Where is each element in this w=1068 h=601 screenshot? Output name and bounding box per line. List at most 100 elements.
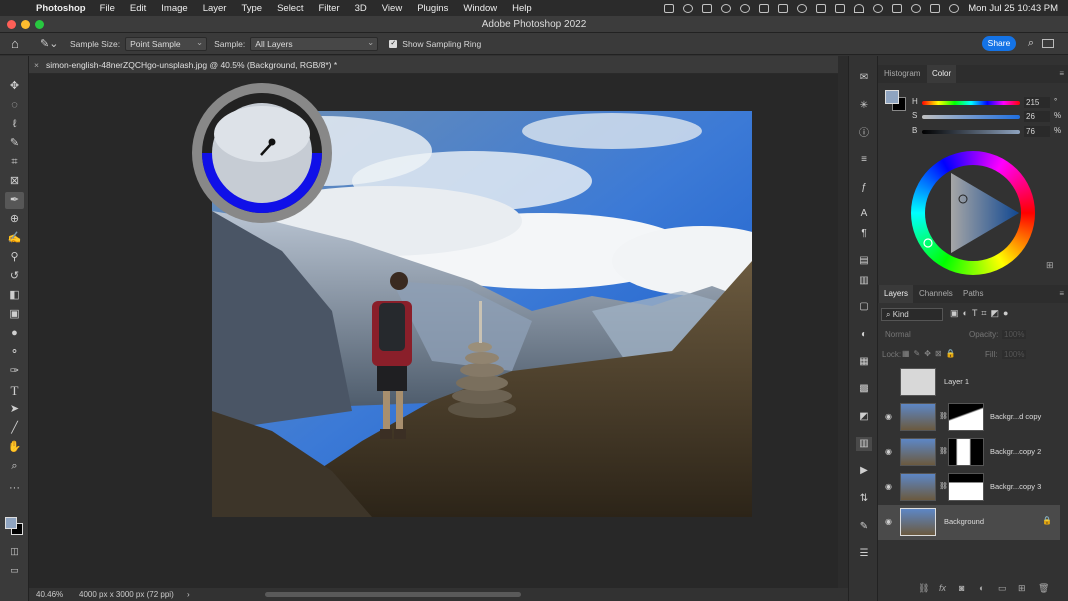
menu-edit[interactable]: Edit xyxy=(130,3,146,14)
gradient-tool-icon[interactable]: ▣ xyxy=(5,306,24,323)
close-window-button[interactable] xyxy=(7,20,16,29)
menu-type[interactable]: Type xyxy=(241,3,262,14)
menu-file[interactable]: File xyxy=(100,3,115,14)
libraries-icon[interactable]: ▢ xyxy=(856,300,872,314)
adjust-icon[interactable]: ✳ xyxy=(856,99,872,113)
eyedropper-preset-icon[interactable]: ✎⌄ xyxy=(40,37,60,50)
eraser-tool-icon[interactable]: ◧ xyxy=(5,287,24,304)
healing-brush-tool-icon[interactable]: ⊕ xyxy=(5,211,24,228)
gradients-icon[interactable]: ◩ xyxy=(856,410,872,424)
minimize-window-button[interactable] xyxy=(21,20,30,29)
crop-tool-icon[interactable]: ⌗ xyxy=(5,154,24,171)
info-icon[interactable]: ⓘ xyxy=(856,127,872,141)
horizontal-scrollbar[interactable] xyxy=(265,592,521,597)
add-mask-icon[interactable]: ◙ xyxy=(959,583,964,593)
hand-tool-icon[interactable]: ✋ xyxy=(5,439,24,456)
visibility-eye-icon[interactable]: ◉ xyxy=(885,482,892,491)
glyphs-icon[interactable]: ▤ xyxy=(856,254,872,268)
expand-icon[interactable]: ⊞ xyxy=(1046,260,1054,271)
opacity-value[interactable]: 100% xyxy=(1002,330,1027,339)
lock-icon[interactable]: 🔒 xyxy=(1042,516,1052,525)
saturation-slider[interactable] xyxy=(922,115,1020,119)
blur-tool-icon[interactable]: ● xyxy=(5,325,24,342)
visibility-eye-icon[interactable]: ◉ xyxy=(885,412,892,421)
creative-cloud-icon[interactable] xyxy=(683,3,694,13)
zoom-tool-icon[interactable]: ⌕ xyxy=(5,458,24,475)
patterns-icon[interactable]: ▩ xyxy=(856,382,872,396)
sample-size-dropdown[interactable]: Point Sample xyxy=(125,36,208,51)
menu-image[interactable]: Image xyxy=(161,3,187,14)
layer-row-selected[interactable]: ◉ Background 🔒 xyxy=(878,505,1060,540)
menu-help[interactable]: Help xyxy=(512,3,532,14)
layer-filter-dropdown[interactable]: ⌕ Kind xyxy=(881,308,943,321)
keyboard-icon[interactable] xyxy=(892,3,903,13)
tab-channels[interactable]: Channels xyxy=(914,285,958,303)
foreground-swatch[interactable] xyxy=(885,90,899,104)
tab-histogram[interactable]: Histogram xyxy=(879,65,925,83)
marquee-tool-icon[interactable]: ◌ xyxy=(5,97,24,114)
comments-icon[interactable]: ✉ xyxy=(856,71,872,85)
airplay-icon[interactable] xyxy=(759,3,770,13)
dodge-tool-icon[interactable]: ⚬ xyxy=(5,344,24,361)
menu-layer[interactable]: Layer xyxy=(203,3,227,14)
tool-presets-icon[interactable]: ☰ xyxy=(856,547,872,561)
sample-dropdown[interactable]: All Layers xyxy=(250,36,379,51)
status-arrow-icon[interactable]: › xyxy=(187,588,190,601)
zoom-window-button[interactable] xyxy=(35,20,44,29)
saturation-value[interactable]: 26 xyxy=(1024,111,1050,122)
menu-3d[interactable]: 3D xyxy=(355,3,367,14)
tab-paths[interactable]: Paths xyxy=(958,285,988,303)
bookmark-icon[interactable] xyxy=(778,3,789,13)
actions-icon[interactable]: ▶ xyxy=(856,464,872,478)
chrome-icon[interactable] xyxy=(740,3,751,13)
styles-icon[interactable]: ƒ xyxy=(856,181,872,195)
share-button[interactable]: Share xyxy=(982,36,1016,51)
menu-window[interactable]: Window xyxy=(463,3,497,14)
type-tool-icon[interactable]: T xyxy=(5,382,24,399)
brightness-value[interactable]: 76 xyxy=(1024,126,1050,137)
dropbox-icon[interactable] xyxy=(702,3,713,13)
color-wheel[interactable] xyxy=(911,151,1035,275)
link-layers-icon[interactable]: ⛓ xyxy=(918,583,929,594)
document-info[interactable]: 4000 px x 3000 px (72 ppi) xyxy=(79,588,174,601)
app-grid-icon[interactable] xyxy=(816,3,827,13)
hue-value[interactable]: 215 xyxy=(1024,97,1050,108)
history-icon[interactable]: ⇅ xyxy=(856,492,872,506)
panel-menu-icon[interactable]: ≡ xyxy=(1059,65,1064,83)
lock-icons[interactable]: ▦✎✥⊠🔒 xyxy=(902,349,960,358)
delete-layer-icon[interactable]: 🗑 xyxy=(1038,583,1049,594)
new-group-icon[interactable]: ▭ xyxy=(998,583,1007,594)
zoom-level[interactable]: 40.46% xyxy=(36,588,63,601)
layers-panel-menu-icon[interactable]: ≡ xyxy=(1059,285,1064,303)
menu-filter[interactable]: Filter xyxy=(318,3,339,14)
adjustment-layer-icon[interactable]: ◐ xyxy=(979,583,984,593)
menu-select[interactable]: Select xyxy=(277,3,303,14)
control-center-icon[interactable] xyxy=(930,3,941,13)
character-icon[interactable]: A xyxy=(856,207,872,221)
path-select-tool-icon[interactable]: ➤ xyxy=(5,401,24,418)
new-layer-icon[interactable]: ⊞ xyxy=(1018,583,1026,594)
sampling-ring-checkbox[interactable]: ✓ xyxy=(389,39,398,48)
layer-row[interactable]: ◉ ⛓ Backgr...copy 2 xyxy=(878,435,1060,470)
more-tools-icon[interactable]: ··· xyxy=(5,480,24,497)
user-icon[interactable] xyxy=(873,3,884,13)
sync-icon[interactable] xyxy=(797,3,808,13)
layer-style-icon[interactable]: fx xyxy=(939,583,946,593)
close-tab-icon[interactable]: × xyxy=(34,56,39,74)
wifi-icon[interactable] xyxy=(854,3,865,13)
bluetooth-icon[interactable] xyxy=(835,3,846,13)
clock[interactable]: Mon Jul 25 10:43 PM xyxy=(968,3,1058,14)
layer-filter-icons[interactable]: ▣◐T⌗◩● xyxy=(950,308,1012,319)
tab-color[interactable]: Color xyxy=(927,65,957,83)
layer-mask-thumbnail[interactable] xyxy=(948,473,984,501)
brush-settings-icon[interactable]: ✎ xyxy=(856,520,872,534)
screen-mode-icon[interactable]: ▭ xyxy=(5,562,24,579)
move-tool-icon[interactable]: ✥ xyxy=(5,78,24,95)
quick-select-tool-icon[interactable]: ✎ xyxy=(5,135,24,152)
visibility-eye-icon[interactable]: ◉ xyxy=(885,447,892,456)
layer-row[interactable]: ◉ ⛓ Backgr...d copy xyxy=(878,400,1060,435)
vertical-scrollbar[interactable] xyxy=(838,56,848,588)
brightness-slider[interactable] xyxy=(922,130,1020,134)
menu-view[interactable]: View xyxy=(382,3,402,14)
screen-record-icon[interactable] xyxy=(664,3,675,13)
